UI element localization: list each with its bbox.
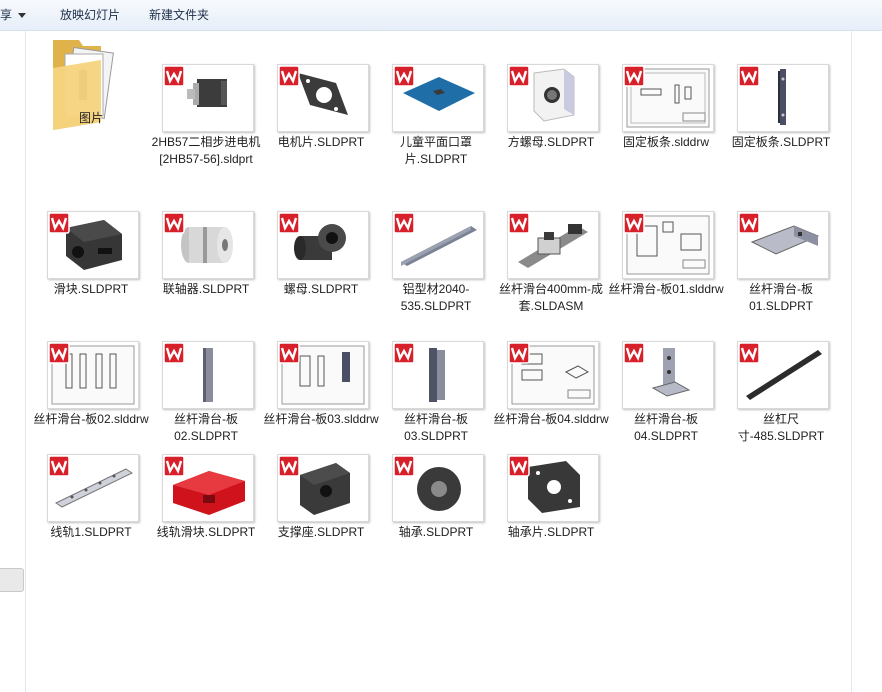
file-name: 儿童平面口罩片.SLDPRT (399, 135, 472, 166)
solidworks-icon (393, 455, 415, 477)
file-name: 联轴器.SLDPRT (162, 282, 250, 296)
solidworks-icon (48, 455, 70, 477)
file-name: 丝杆滑台-板02.SLDPRT (174, 412, 238, 443)
file-thumbnail (622, 211, 714, 279)
chevron-down-icon (18, 13, 27, 19)
file-name: 丝杆滑台-板04.slddrw (493, 412, 609, 426)
file-name: 支撑座.SLDPRT (277, 525, 365, 539)
file-thumbnail (507, 64, 599, 132)
solidworks-icon (508, 455, 530, 477)
share-menu-button[interactable]: 共享 (0, 0, 27, 30)
solidworks-icon (508, 65, 530, 87)
solidworks-icon (278, 455, 300, 477)
file-thumbnail (507, 341, 599, 409)
solidworks-icon (738, 342, 760, 364)
command-bar: 共享 放映幻灯片 新建文件夹 (0, 0, 882, 31)
file-thumbnail (47, 211, 139, 279)
file-thumbnail (737, 341, 829, 409)
file-name: 方螺母.SLDPRT (507, 135, 595, 149)
solidworks-icon (623, 342, 645, 364)
solidworks-icon (508, 342, 530, 364)
file-name: 2HB57二相步进电机[2HB57-56].sldprt (151, 135, 261, 166)
solidworks-icon (48, 212, 70, 234)
solidworks-icon (278, 65, 300, 87)
file-name: 固定板条.slddrw (622, 135, 709, 149)
file-thumbnail (392, 211, 484, 279)
solidworks-icon (393, 342, 415, 364)
solidworks-icon (738, 212, 760, 234)
vertical-scrollbar[interactable] (851, 31, 882, 692)
file-name: 丝杆滑台-板01.slddrw (608, 282, 724, 296)
file-thumbnail (277, 211, 369, 279)
new-folder-button[interactable]: 新建文件夹 (149, 0, 209, 30)
navigation-pane-scrollbar[interactable] (0, 568, 24, 592)
file-name: 丝杆滑台-板03.slddrw (263, 412, 379, 426)
file-thumbnail (162, 211, 254, 279)
slideshow-button[interactable]: 放映幻灯片 (60, 0, 120, 30)
file-name: 丝杆滑台-板04.SLDPRT (634, 412, 698, 443)
file-thumbnail (277, 454, 369, 522)
file-name: 线轨滑块.SLDPRT (156, 525, 256, 539)
solidworks-icon (163, 212, 185, 234)
file-name: 铝型材2040-535.SLDPRT (400, 282, 472, 313)
solidworks-icon (508, 212, 530, 234)
navigation-pane (0, 31, 26, 692)
solidworks-icon (163, 65, 185, 87)
file-thumbnail (507, 454, 599, 522)
file-thumbnail (277, 64, 369, 132)
solidworks-icon (393, 65, 415, 87)
file-name: 轴承片.SLDPRT (507, 525, 595, 539)
file-thumbnail (507, 211, 599, 279)
file-thumbnail (47, 454, 139, 522)
file-thumbnail (392, 454, 484, 522)
file-name: 轴承.SLDPRT (398, 525, 474, 539)
file-thumbnail (162, 341, 254, 409)
solidworks-icon (393, 212, 415, 234)
file-name: 螺母.SLDPRT (283, 282, 359, 296)
file-name: 丝杆滑台-板03.SLDPRT (404, 412, 468, 443)
file-name: 固定板条.SLDPRT (731, 135, 831, 149)
file-thumbnail (392, 341, 484, 409)
file-thumbnail (622, 64, 714, 132)
file-name: 丝杆滑台-板01.SLDPRT (749, 282, 813, 313)
file-name: 图片 (78, 111, 103, 125)
solidworks-icon (278, 342, 300, 364)
file-thumbnail (737, 64, 829, 132)
share-label: 共享 (0, 8, 13, 22)
file-name: 线轨1.SLDPRT (50, 525, 132, 539)
file-name: 丝杆滑台400mm-成套.SLDASM (498, 282, 603, 313)
solidworks-icon (623, 212, 645, 234)
file-thumbnail (162, 454, 254, 522)
file-thumbnail (737, 211, 829, 279)
file-thumbnail (47, 341, 139, 409)
file-thumbnail (622, 341, 714, 409)
solidworks-icon (278, 212, 300, 234)
solidworks-icon (163, 455, 185, 477)
file-name: 丝杠尺寸-485.SLDPRT (737, 412, 825, 443)
file-name: 电机片.SLDPRT (277, 135, 365, 149)
file-name: 滑块.SLDPRT (53, 282, 129, 296)
solidworks-icon (738, 65, 760, 87)
file-name: 丝杆滑台-板02.slddrw (33, 412, 149, 426)
file-thumbnail (277, 341, 369, 409)
solidworks-icon (163, 342, 185, 364)
file-thumbnail (162, 64, 254, 132)
solidworks-icon (623, 65, 645, 87)
solidworks-icon (48, 342, 70, 364)
file-thumbnail (392, 64, 484, 132)
